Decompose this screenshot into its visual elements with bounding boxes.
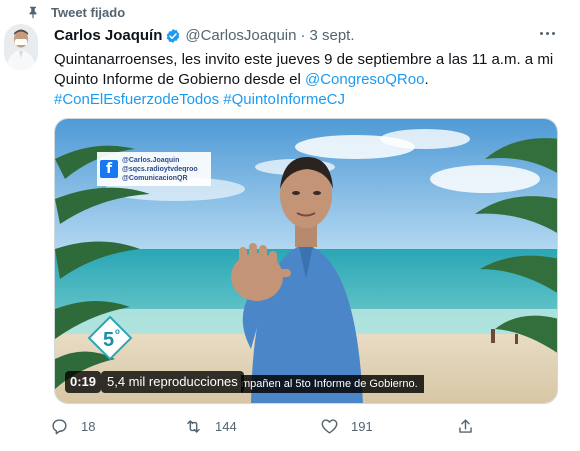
pin-icon (29, 6, 37, 19)
reply-button[interactable]: 18 (50, 414, 95, 438)
like-button[interactable]: 191 (320, 414, 373, 438)
video-player[interactable]: f @Carlos.Joaquin @sqcs.radioytvdeqroo @… (54, 118, 558, 404)
quinto-informe-logo-icon: 5 o (87, 315, 133, 361)
video-duration: 0:19 (65, 371, 102, 393)
share-button[interactable] (456, 414, 487, 438)
avatar[interactable] (4, 24, 38, 70)
retweet-icon (187, 419, 200, 433)
hashtag-link[interactable]: #QuintoInformeCJ (223, 91, 345, 108)
more-options-button[interactable] (534, 22, 560, 44)
facebook-icon: f (100, 160, 118, 178)
more-dot-icon (545, 31, 549, 35)
hashtag-link[interactable]: #ConElEsfuerzodeTodos (54, 91, 219, 108)
reply-count: 18 (81, 418, 96, 434)
tweet-body: Quintanarroenses, les invito este jueves… (54, 51, 554, 88)
social-handle: @sqcs.radioytvdeqroo (122, 165, 198, 173)
pinned-label: Tweet fijado (51, 4, 126, 20)
tweet-body-end: . (424, 71, 429, 88)
mention-link[interactable]: @CongresoQRoo (305, 71, 424, 88)
tweet-header: Carlos Joaquín @CarlosJoaquin · 3 sept. (54, 27, 355, 44)
author-handle[interactable]: @CarlosJoaquin (185, 27, 296, 44)
tweet-time[interactable]: 3 sept. (309, 27, 354, 44)
logo-number: 5 (103, 329, 114, 351)
video-views: 5,4 mil reproducciones (101, 371, 244, 393)
pinned-row: Tweet fijado (26, 4, 125, 20)
social-handle: @Carlos.Joaquin (122, 156, 180, 164)
more-dot-icon (551, 31, 555, 35)
retweet-button[interactable]: 144 (184, 414, 237, 438)
action-bar: 18 144 191 (50, 414, 490, 438)
social-handles-badge: f @Carlos.Joaquin @sqcs.radioytvdeqroo @… (97, 152, 211, 186)
logo-superscript: o (115, 327, 120, 336)
share-icon (459, 418, 472, 433)
more-dot-icon (539, 31, 543, 35)
video-caption: mpañen al 5to Informe de Gobierno. (241, 375, 424, 393)
separator-dot: · (300, 27, 306, 44)
social-handle: @ComunicacionQR (122, 174, 188, 182)
like-count: 191 (351, 418, 373, 434)
tweet-text: Quintanarroenses, les invito este jueves… (54, 50, 564, 110)
author-name[interactable]: Carlos Joaquín (54, 27, 162, 44)
retweet-count: 144 (215, 418, 237, 434)
reply-icon (52, 418, 67, 434)
heart-icon (321, 418, 338, 434)
verified-badge-icon (167, 28, 180, 43)
